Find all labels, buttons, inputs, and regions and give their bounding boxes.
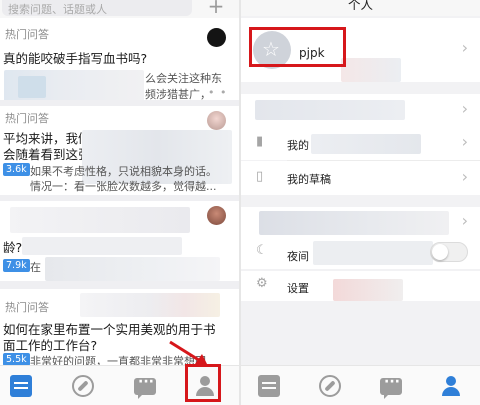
feed-screen: + 热门问答 真的能咬破手指写血书吗? 么会关注这种东 频涉猎甚广， • • •… [0,0,239,405]
page-title: 个人 [241,0,480,16]
search-box[interactable] [2,0,192,19]
moon-icon: ☾ [256,243,268,258]
annotation-highlight [185,364,221,402]
blurred-content [10,207,190,233]
blurred-content [313,241,433,265]
menu-item-label: 设置 [287,282,309,295]
menu-item-mine[interactable]: ▮ 我的 › [241,126,480,160]
card-excerpt: 如果不考虑性格，只说相貌本身的话。 [30,165,217,178]
divider [0,281,239,289]
bottom-tab-bar [241,365,480,405]
menu-item-settings[interactable]: ⚙ 设置 [241,271,480,301]
menu-item-label: 我的草稿 [287,173,331,186]
card-tag: 热门问答 [5,28,49,41]
chat-icon[interactable] [380,374,402,399]
annotation-highlight [249,27,346,67]
feed-card[interactable]: 龄? 7.9k 在 [0,201,239,281]
blurred-content [341,58,401,82]
home-list-icon[interactable] [10,375,32,397]
menu-item-label: 我的 [287,139,309,152]
bookmark-icon: ▮ [256,134,264,149]
blurred-content [333,279,403,301]
card-tag: 热门问答 [5,112,49,125]
profile-screen: 个人 ☆ pjpk › › ▮ 我的 › ▯ 我的草稿 › › ☾ 夜间 ⚙ 设… [241,0,480,405]
chevron-right-icon: › [461,99,468,118]
section-gap [241,195,480,207]
feed-card[interactable]: 热门问答 真的能咬破手指写血书吗? 么会关注这种东 频涉猎甚广， • • • [0,18,239,112]
card-title[interactable]: 龄? [3,237,22,256]
card-tag: 热门问答 [5,301,49,314]
night-mode-row: ☾ 夜间 [241,237,480,269]
plus-icon[interactable]: + [205,0,227,16]
draft-icon: ▯ [256,169,264,184]
card-excerpt: 么会关注这种东 [145,72,222,85]
card-title[interactable]: 面工作的工作台? [3,335,97,354]
chat-icon[interactable] [134,374,156,399]
night-mode-label: 夜间 [287,250,309,263]
blurred-content [45,257,220,281]
blurred-content [22,237,182,255]
card-excerpt: 在 [30,261,41,274]
author-avatar [207,206,226,225]
menu-item[interactable]: › [241,94,480,126]
chevron-right-icon: › [461,167,468,186]
chevron-right-icon: › [461,211,468,230]
menu-item[interactable]: › [241,207,480,237]
gear-icon: ⚙ [256,276,268,291]
search-bar: + [0,0,239,19]
section-gap [241,82,480,94]
menu-item-drafts[interactable]: ▯ 我的草稿 › [241,161,480,195]
chevron-right-icon: › [461,38,468,57]
vote-count-badge: 7.9k [3,259,30,272]
author-avatar [207,111,226,130]
author-avatar [207,28,226,47]
search-input[interactable] [2,0,192,19]
user-icon[interactable] [440,375,462,397]
home-list-icon[interactable] [258,375,280,397]
card-excerpt: 情况一：看一张脸次数越多，觉得越... [30,180,217,193]
chevron-right-icon: › [461,132,468,151]
card-title[interactable]: 会随着看到这张 [3,144,91,163]
vote-count-badge: 3.6k [3,163,30,176]
compass-icon[interactable] [319,375,341,397]
blurred-content [255,100,405,120]
blurred-content [18,76,46,98]
blurred-content [311,134,421,154]
feed-card[interactable]: 热门问答 平均来讲，我们到 会随着看到这张 3.6k 如果不考虑性格，只说相貌本… [0,106,239,195]
card-title[interactable]: 真的能咬破手指写血书吗? [3,48,147,67]
blurred-content [259,211,449,235]
blurred-content [80,293,220,317]
night-mode-toggle[interactable] [430,242,468,262]
compass-icon[interactable] [72,375,94,397]
